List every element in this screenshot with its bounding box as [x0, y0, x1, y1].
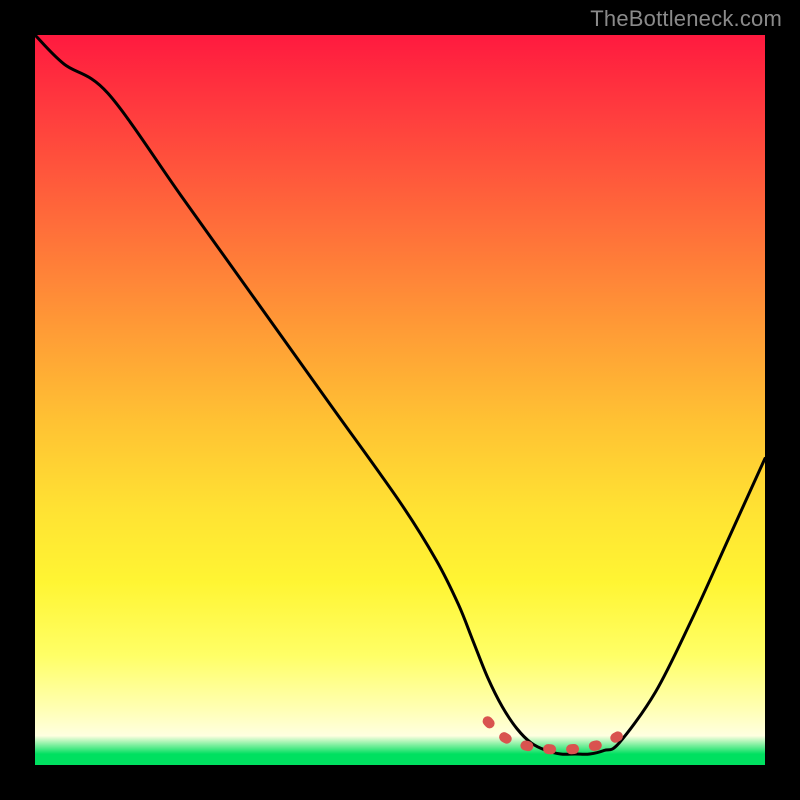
curve-layer — [35, 35, 765, 765]
plot-area — [35, 35, 765, 765]
bottleneck-curve — [35, 35, 765, 754]
optimal-zone-highlight — [488, 721, 619, 750]
chart-frame: TheBottleneck.com — [0, 0, 800, 800]
watermark-text: TheBottleneck.com — [590, 6, 782, 32]
